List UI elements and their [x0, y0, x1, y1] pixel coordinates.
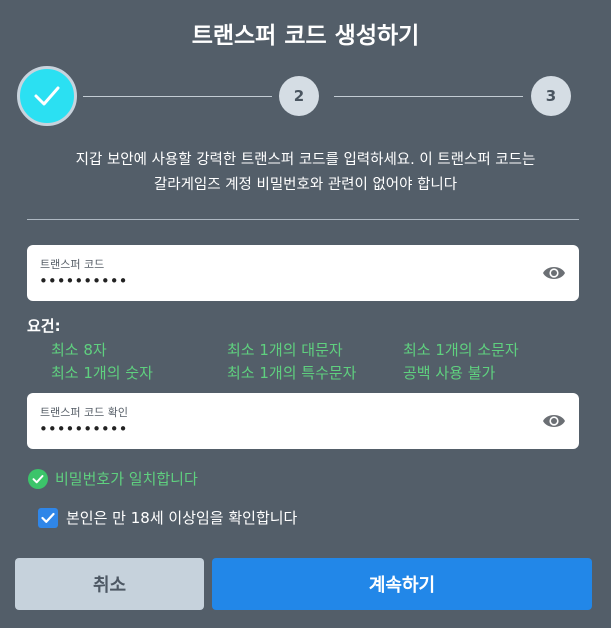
match-message-text: 비밀번호가 일치합니다 [55, 470, 198, 488]
check-circle-icon [28, 468, 48, 489]
requirement-number: 최소 1개의 숫자 [51, 364, 153, 382]
transfer-code-label: 트랜스퍼 코드 [40, 258, 105, 271]
divider [27, 219, 579, 220]
check-icon [34, 86, 60, 106]
age-confirm-row[interactable]: 본인은 만 18세 이상임을 확인합니다 [38, 507, 297, 528]
step-2: 2 [279, 76, 319, 116]
requirement-no-space: 공백 사용 불가 [403, 364, 496, 382]
age-confirm-checkbox[interactable] [38, 507, 58, 528]
eye-icon[interactable] [542, 410, 566, 432]
requirement-special-char: 최소 1개의 특수문자 [227, 364, 357, 382]
eye-icon[interactable] [542, 262, 566, 284]
confirm-code-label: 트랜스퍼 코드 확인 [40, 406, 128, 419]
requirements-title: 요건: [27, 317, 61, 335]
requirement-uppercase: 최소 1개의 대문자 [227, 341, 343, 359]
requirement-min-length: 최소 8자 [51, 341, 107, 359]
description: 지갑 보안에 사용할 강력한 트랜스퍼 코드를 입력하세요. 이 트랜스퍼 코드… [20, 148, 591, 198]
cancel-button[interactable]: 취소 [15, 558, 204, 610]
checkmark-icon [41, 512, 55, 523]
step-connector-1 [83, 96, 272, 97]
description-line-1: 지갑 보안에 사용할 강력한 트랜스퍼 코드를 입력하세요. 이 트랜스퍼 코드… [75, 152, 536, 168]
step-1-complete [17, 66, 77, 126]
age-confirm-label[interactable]: 본인은 만 18세 이상임을 확인합니다 [66, 507, 297, 528]
step-3: 3 [531, 76, 571, 116]
match-message: 비밀번호가 일치합니다 [28, 468, 198, 489]
continue-button[interactable]: 계속하기 [212, 558, 592, 610]
confirm-code-field[interactable]: 트랜스퍼 코드 확인 •••••••••• [27, 393, 579, 449]
requirement-lowercase: 최소 1개의 소문자 [403, 341, 519, 359]
transfer-code-value[interactable]: •••••••••• [39, 272, 127, 290]
confirm-code-value[interactable]: •••••••••• [39, 420, 127, 438]
transfer-code-field[interactable]: 트랜스퍼 코드 •••••••••• [27, 245, 579, 301]
page-title: 트랜스퍼 코드 생성하기 [191, 23, 420, 49]
description-line-2: 갈라게임즈 계정 비밀번호와 관련이 없어야 합니다 [153, 177, 458, 193]
step-connector-2 [334, 96, 523, 97]
